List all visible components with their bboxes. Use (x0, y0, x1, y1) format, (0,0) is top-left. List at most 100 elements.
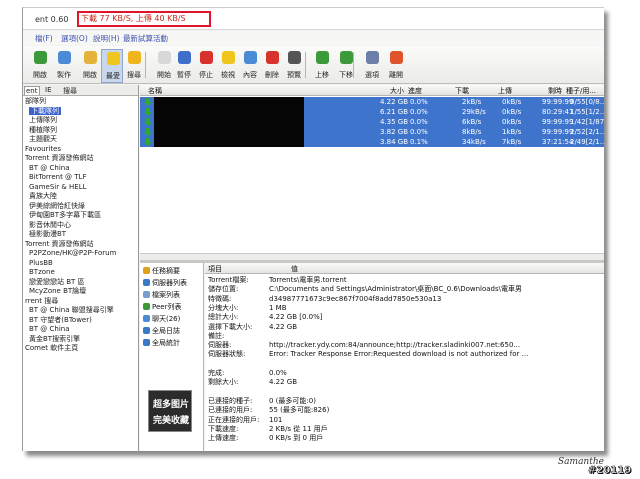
sidebar-item[interactable]: GameSir & HELL (23, 183, 138, 192)
torrent-down: 6kB/s (462, 118, 482, 126)
sidebar-item[interactable]: BT @ China (23, 325, 138, 334)
detail-tab[interactable]: 聊天(26) (143, 314, 180, 324)
sidebar-tab-ie[interactable]: IE (45, 86, 52, 94)
detail-tab[interactable]: 伺服器列表 (143, 278, 187, 288)
torrent-row[interactable]: 3.82 GB 0.0% 8kB/s 1kB/s 99:99:99 2/52[2/1... (140, 127, 604, 137)
torrent-eta: 99:99:99 (542, 118, 574, 126)
sidebar-item[interactable]: 種植隊列 (23, 126, 138, 135)
col-size[interactable]: 大小 (390, 86, 404, 96)
col-seeds[interactable]: 種子/用... (566, 86, 596, 96)
torrent-eta: 80:29:41 (542, 108, 574, 116)
torrent-seeds: 2/49[2/1... (570, 138, 604, 146)
detail-row: 分塊大小: 1 MB (205, 304, 604, 312)
promo-line-2: 完美收藏 (152, 416, 189, 426)
menu-item[interactable]: 檔(F) (35, 33, 53, 44)
detail-row: 上傳速度: 0 KB/s 到 0 用戶 (205, 434, 604, 442)
toolbar-button[interactable]: 選項 (361, 49, 383, 83)
torrent-up: 1kB/s (502, 128, 522, 136)
promo-banner[interactable]: 超多图片 完美收藏 (148, 390, 192, 432)
toolbar-button[interactable]: 離開 (385, 49, 407, 83)
torrent-down: 2kB/s (462, 98, 482, 106)
sidebar-item[interactable]: 貴族大陸 (23, 192, 138, 201)
detail-row (205, 388, 604, 396)
torrent-up: 7kB/s (502, 138, 522, 146)
detail-tab[interactable]: 全局統計 (143, 338, 180, 348)
col-download[interactable]: 下載 (455, 86, 469, 96)
sidebar-item[interactable]: 部隊列 (23, 97, 138, 106)
detail-tab[interactable]: 任務摘要 (143, 266, 180, 276)
toolbar-button[interactable]: 製作 (53, 49, 75, 83)
sidebar-item-label: 上傳隊列 (29, 116, 57, 124)
sidebar-item-label: 貴族大陸 (29, 192, 57, 200)
toolbar-button[interactable]: 開啟 (29, 49, 51, 83)
details-col-item[interactable]: 項目 (208, 264, 222, 274)
col-upload[interactable]: 上傳 (498, 86, 512, 96)
sidebar-item-label: 黃金BT搜索引擎 (29, 334, 81, 343)
sidebar-item[interactable]: Torrent 資源發佈網站 (23, 240, 138, 249)
sidebar-item[interactable]: 伊美綜網恰紅快綠 (23, 202, 138, 211)
sidebar-item[interactable]: BT @ China (23, 164, 138, 173)
sidebar-item[interactable]: McyZone BT論壇 (23, 287, 138, 296)
sidebar-item[interactable]: Favourites (23, 145, 138, 154)
torrent-eta: 99:99:99 (542, 128, 574, 136)
torrent-row[interactable]: 4.35 GB 0.0% 6kB/s 0kB/s 99:99:99 1/42[1/87] (140, 117, 604, 127)
torrent-down: 29kB/s (462, 108, 486, 116)
detail-key: 下載速度: (208, 424, 239, 433)
torrent-row[interactable]: 6.21 GB 0.0% 29kB/s 0kB/s 80:29:41 1/55[1/2..… (140, 107, 604, 117)
toolbar-button[interactable]: 預覽 (283, 49, 305, 83)
col-progress[interactable]: 進度 (408, 86, 422, 96)
sidebar-item[interactable]: P2PZone/HK@P2P-Forum (23, 249, 138, 258)
search-icon (128, 51, 141, 64)
sidebar-item[interactable]: 極影動漫BT (23, 230, 138, 239)
sidebar-item[interactable]: BT @ China 聯盟搜尋引擎 (23, 306, 138, 315)
details-header: 項目 值 (205, 263, 604, 274)
sidebar-item[interactable]: 主題觀天 (23, 135, 138, 144)
sidebar-item[interactable]: 下載隊列 (23, 106, 138, 116)
stop-icon (200, 51, 213, 64)
detail-tab[interactable]: 檔案列表 (143, 290, 180, 300)
detail-value: Torrents\電車男.torrent (269, 276, 347, 284)
torrent-row[interactable]: 3.84 GB 0.1% 34kB/s 7kB/s 37:21:54 2/49[2/1..… (140, 137, 604, 147)
detail-key: Torrent檔案: (208, 276, 249, 284)
sidebar-item[interactable]: Comet 軟件主頁 (23, 344, 138, 353)
col-eta[interactable]: 剩時 (548, 86, 562, 96)
detail-tab[interactable]: Peer列表 (143, 302, 181, 312)
detail-tab[interactable]: 全局日誌 (143, 326, 180, 336)
details-col-value[interactable]: 值 (291, 264, 298, 274)
promo-line-1: 超多图片 (152, 400, 189, 410)
list-horizontal-scrollbar[interactable] (140, 253, 604, 260)
toolbar-button[interactable]: 開啟 (79, 49, 101, 83)
toolbar-button[interactable]: 上移 (311, 49, 333, 83)
detail-row: 已連接的種子: 0 (最多可能:0) (205, 397, 604, 405)
sidebar-item[interactable]: BitTorrent @ TLF (23, 173, 138, 182)
sidebar-item-label: 伊甸園BT多字幕下載區 (29, 211, 102, 219)
menu-item[interactable]: 說明(H) (93, 33, 120, 44)
detail-value: d34987771673c9ec867f7004f8add7850e530a13 (269, 294, 442, 303)
sidebar-item[interactable]: rrent 搜尋 (23, 297, 138, 306)
toolbar-button[interactable]: 搜尋 (123, 49, 145, 83)
detail-tab-icon (143, 315, 150, 322)
sidebar-item[interactable]: 影音休閒中心 (23, 221, 138, 230)
detail-tab-label: 全局統計 (152, 339, 180, 347)
torrent-size: 4.22 GB (380, 98, 409, 106)
col-name[interactable]: 名稱 (148, 86, 162, 96)
sidebar-item[interactable]: PlusBB (23, 259, 138, 268)
sidebar-item[interactable]: 上傳隊列 (23, 116, 138, 125)
sidebar-tab-search[interactable]: 搜尋 (63, 86, 77, 96)
menu-item[interactable]: 最新試算活動 (123, 33, 168, 44)
sidebar-item[interactable]: 黃金BT搜索引擎 (23, 334, 138, 344)
sidebar-item[interactable]: BTzone (23, 268, 138, 277)
detail-key: 已連接的用戶: (208, 406, 253, 415)
menu-item[interactable]: 選項(O) (61, 33, 88, 44)
detail-row: 選擇下載大小: 4.22 GB (205, 323, 604, 331)
sidebar-item[interactable]: BT 守望者(BTower) (23, 316, 138, 325)
sidebar-item[interactable]: 戀愛戀戀站 BT 區 (23, 278, 138, 287)
detail-tab-icon (143, 291, 150, 298)
sidebar-tab-torrent[interactable]: ent (24, 86, 40, 95)
torrent-row[interactable]: 4.22 GB 0.0% 2kB/s 0kB/s 99:99:99 0/55[0/8... (140, 97, 604, 107)
detail-row: 特徵碼: d34987771673c9ec867f7004f8add7850e53… (205, 295, 604, 303)
sidebar-item[interactable]: Torrent 資源發佈網站 (23, 154, 138, 163)
detail-key: 總計大小: (208, 313, 239, 322)
sidebar-item[interactable]: 伊甸園BT多字幕下載區 (23, 211, 138, 220)
torrent-down: 8kB/s (462, 128, 482, 136)
